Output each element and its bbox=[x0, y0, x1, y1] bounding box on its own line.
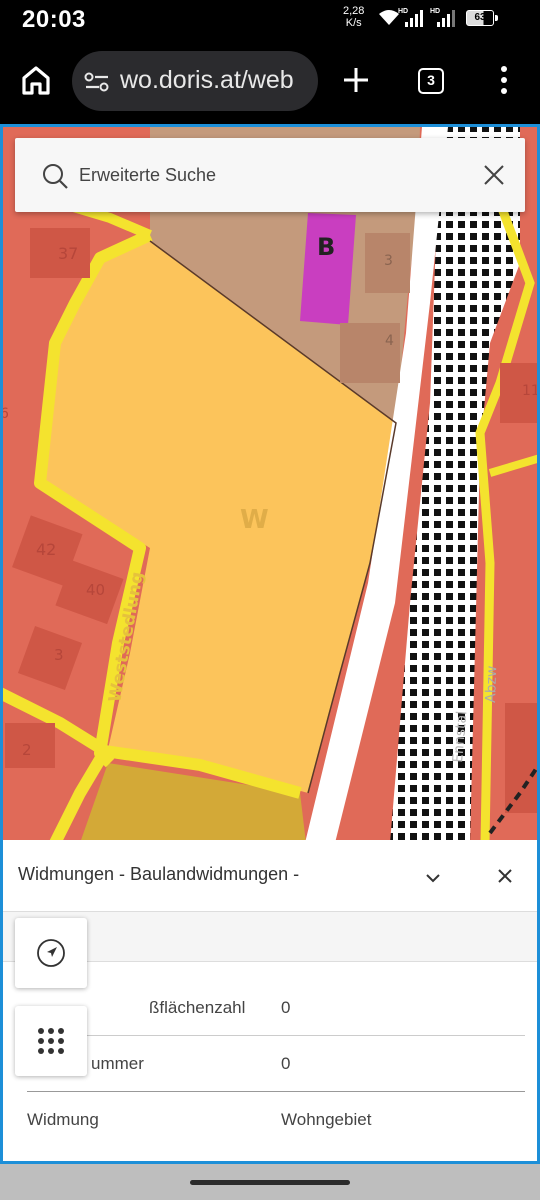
zoning-map[interactable]: B W Weststedlung 37 3 4 11 6 42 40 3 2 E… bbox=[0, 124, 540, 840]
home-gesture-handle[interactable] bbox=[190, 1180, 350, 1185]
advanced-search-box bbox=[15, 138, 525, 212]
house-number: 3 bbox=[384, 253, 393, 269]
signal-icon bbox=[405, 10, 423, 27]
building bbox=[505, 703, 537, 813]
address-bar[interactable]: wo.doris.at/web bbox=[72, 51, 318, 111]
battery-icon: 63 bbox=[466, 10, 498, 26]
clock: 20:03 bbox=[22, 6, 86, 33]
locate-button[interactable] bbox=[15, 918, 87, 988]
search-input[interactable] bbox=[79, 158, 459, 192]
home-icon[interactable] bbox=[18, 62, 54, 98]
zone-label-b: B bbox=[317, 233, 335, 261]
house-number: 3 bbox=[54, 646, 64, 664]
special-use-area bbox=[300, 213, 356, 325]
browser-toolbar: wo.doris.at/web 3 bbox=[0, 40, 540, 124]
house-number: 11 bbox=[522, 383, 537, 399]
more-menu-icon[interactable] bbox=[494, 64, 514, 96]
table-row: Widmung Wohngebiet bbox=[27, 1092, 525, 1148]
building bbox=[340, 323, 400, 383]
tab-switcher-button[interactable]: 3 bbox=[418, 68, 444, 94]
table-row: ßflächenzahl 0 bbox=[27, 980, 525, 1036]
wifi-icon bbox=[379, 10, 399, 25]
panel-header: Widmungen - Baulandwidmungen - bbox=[3, 840, 537, 912]
apps-grid-button[interactable] bbox=[15, 1006, 87, 1076]
row-value: 0 bbox=[281, 998, 291, 1017]
house-number: 40 bbox=[86, 581, 105, 599]
panel-title: Widmungen - Baulandwidmungen - bbox=[18, 864, 300, 884]
chevron-down-icon[interactable] bbox=[421, 866, 445, 890]
house-number: 37 bbox=[58, 244, 78, 263]
house-number: 42 bbox=[36, 540, 56, 559]
network-speed: 2,28 K/s bbox=[343, 5, 364, 29]
url-text: wo.doris.at/web bbox=[120, 66, 294, 94]
system-nav-bar bbox=[0, 1164, 540, 1200]
house-number: 4 bbox=[385, 333, 394, 349]
house-number: 2 bbox=[22, 741, 32, 759]
signal-icon-2 bbox=[437, 10, 455, 27]
row-key: ßflächenzahl bbox=[149, 998, 246, 1017]
site-settings-icon[interactable] bbox=[84, 71, 110, 93]
battery-level: 63 bbox=[474, 12, 486, 23]
row-value: 0 bbox=[281, 1054, 291, 1073]
close-icon[interactable] bbox=[481, 162, 507, 188]
row-key: ummer bbox=[91, 1054, 144, 1073]
feature-info-panel: Widmungen - Baulandwidmungen - ge ßfläch… bbox=[0, 840, 540, 1164]
row-value: Wohngebiet bbox=[281, 1110, 372, 1129]
row-key: Widmung bbox=[27, 1110, 99, 1129]
house-number: 6 bbox=[3, 406, 9, 422]
map-canvas[interactable]: B W Weststedlung 37 3 4 11 6 42 40 3 2 E… bbox=[3, 127, 537, 840]
table-row: ummer 0 bbox=[27, 1036, 525, 1092]
search-icon[interactable] bbox=[41, 162, 69, 190]
network-speed-unit: K/s bbox=[345, 17, 362, 29]
rail-label: Abzw bbox=[483, 665, 500, 703]
new-tab-icon[interactable] bbox=[340, 64, 372, 96]
navigation-arrow-icon bbox=[37, 939, 65, 967]
grid-dots-icon bbox=[38, 1028, 64, 1054]
network-speed-value: 2,28 bbox=[343, 5, 365, 17]
zone-label-w: W bbox=[240, 505, 269, 535]
close-icon[interactable] bbox=[493, 864, 517, 888]
status-bar: 20:03 2,28 K/s HD HD 63 bbox=[0, 0, 540, 40]
